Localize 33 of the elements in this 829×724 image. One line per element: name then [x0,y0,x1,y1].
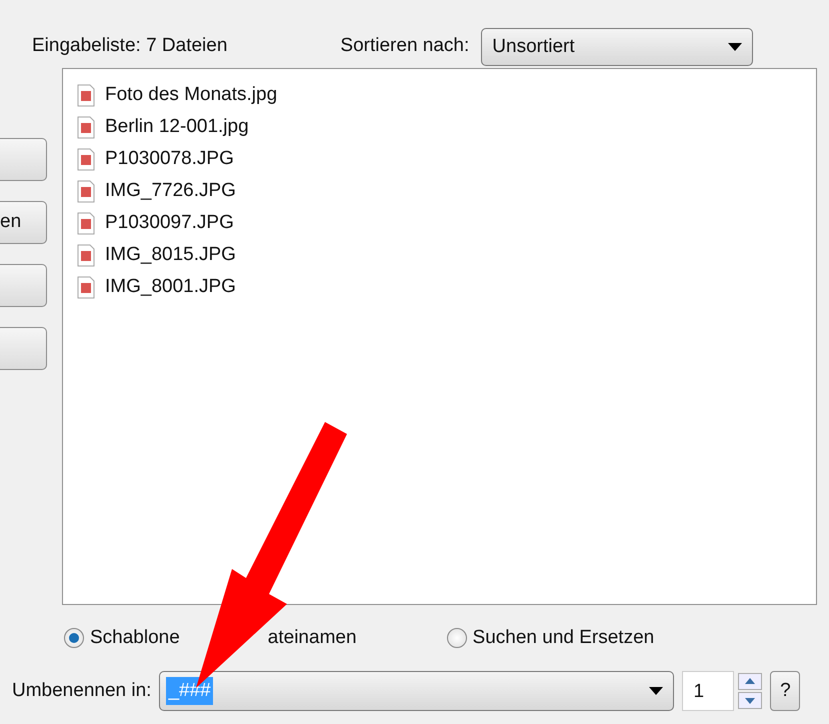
file-name[interactable]: Foto des Monats.jpg [105,80,278,110]
spin-up-icon[interactable] [738,673,762,690]
file-name[interactable]: IMG_8015.JPG [105,240,236,270]
list-count-label: Eingabeliste: 7 Dateien [32,34,228,58]
spin-down-icon[interactable] [738,692,762,709]
radio-label[interactable]: ateinamen [268,624,357,652]
side-button[interactable] [0,264,47,307]
file-name[interactable]: P1030097.JPG [105,208,234,238]
file-name[interactable]: IMG_8001.JPG [105,272,236,302]
image-file-icon [77,244,95,266]
radio-label[interactable]: Suchen und Ersetzen [472,624,654,652]
image-file-icon [77,84,95,106]
image-file-icon [77,180,95,202]
file-name[interactable]: P1030078.JPG [105,144,234,174]
caret-icon [728,43,742,51]
file-name[interactable]: IMG_7726.JPG [105,176,236,206]
counter-field[interactable]: 1 [682,671,734,711]
help-button[interactable]: ? [770,671,800,711]
image-file-icon [77,276,95,298]
side-button[interactable]: en [0,201,47,244]
file-name[interactable]: Berlin 12-001.jpg [105,112,249,142]
radio-button[interactable] [64,628,84,648]
side-button[interactable] [0,138,47,181]
caret-icon [649,687,664,695]
radio-label[interactable]: Schablone [90,624,180,652]
image-file-icon [77,148,95,170]
side-button[interactable] [0,327,47,370]
image-file-icon [77,212,95,234]
rename-label: Umbenennen in: [12,678,152,703]
image-file-icon [77,116,95,138]
sort-label: Sortieren nach: [340,34,470,58]
radio-button[interactable] [446,628,467,648]
sort-dropdown[interactable]: Unsortiert [481,28,754,66]
